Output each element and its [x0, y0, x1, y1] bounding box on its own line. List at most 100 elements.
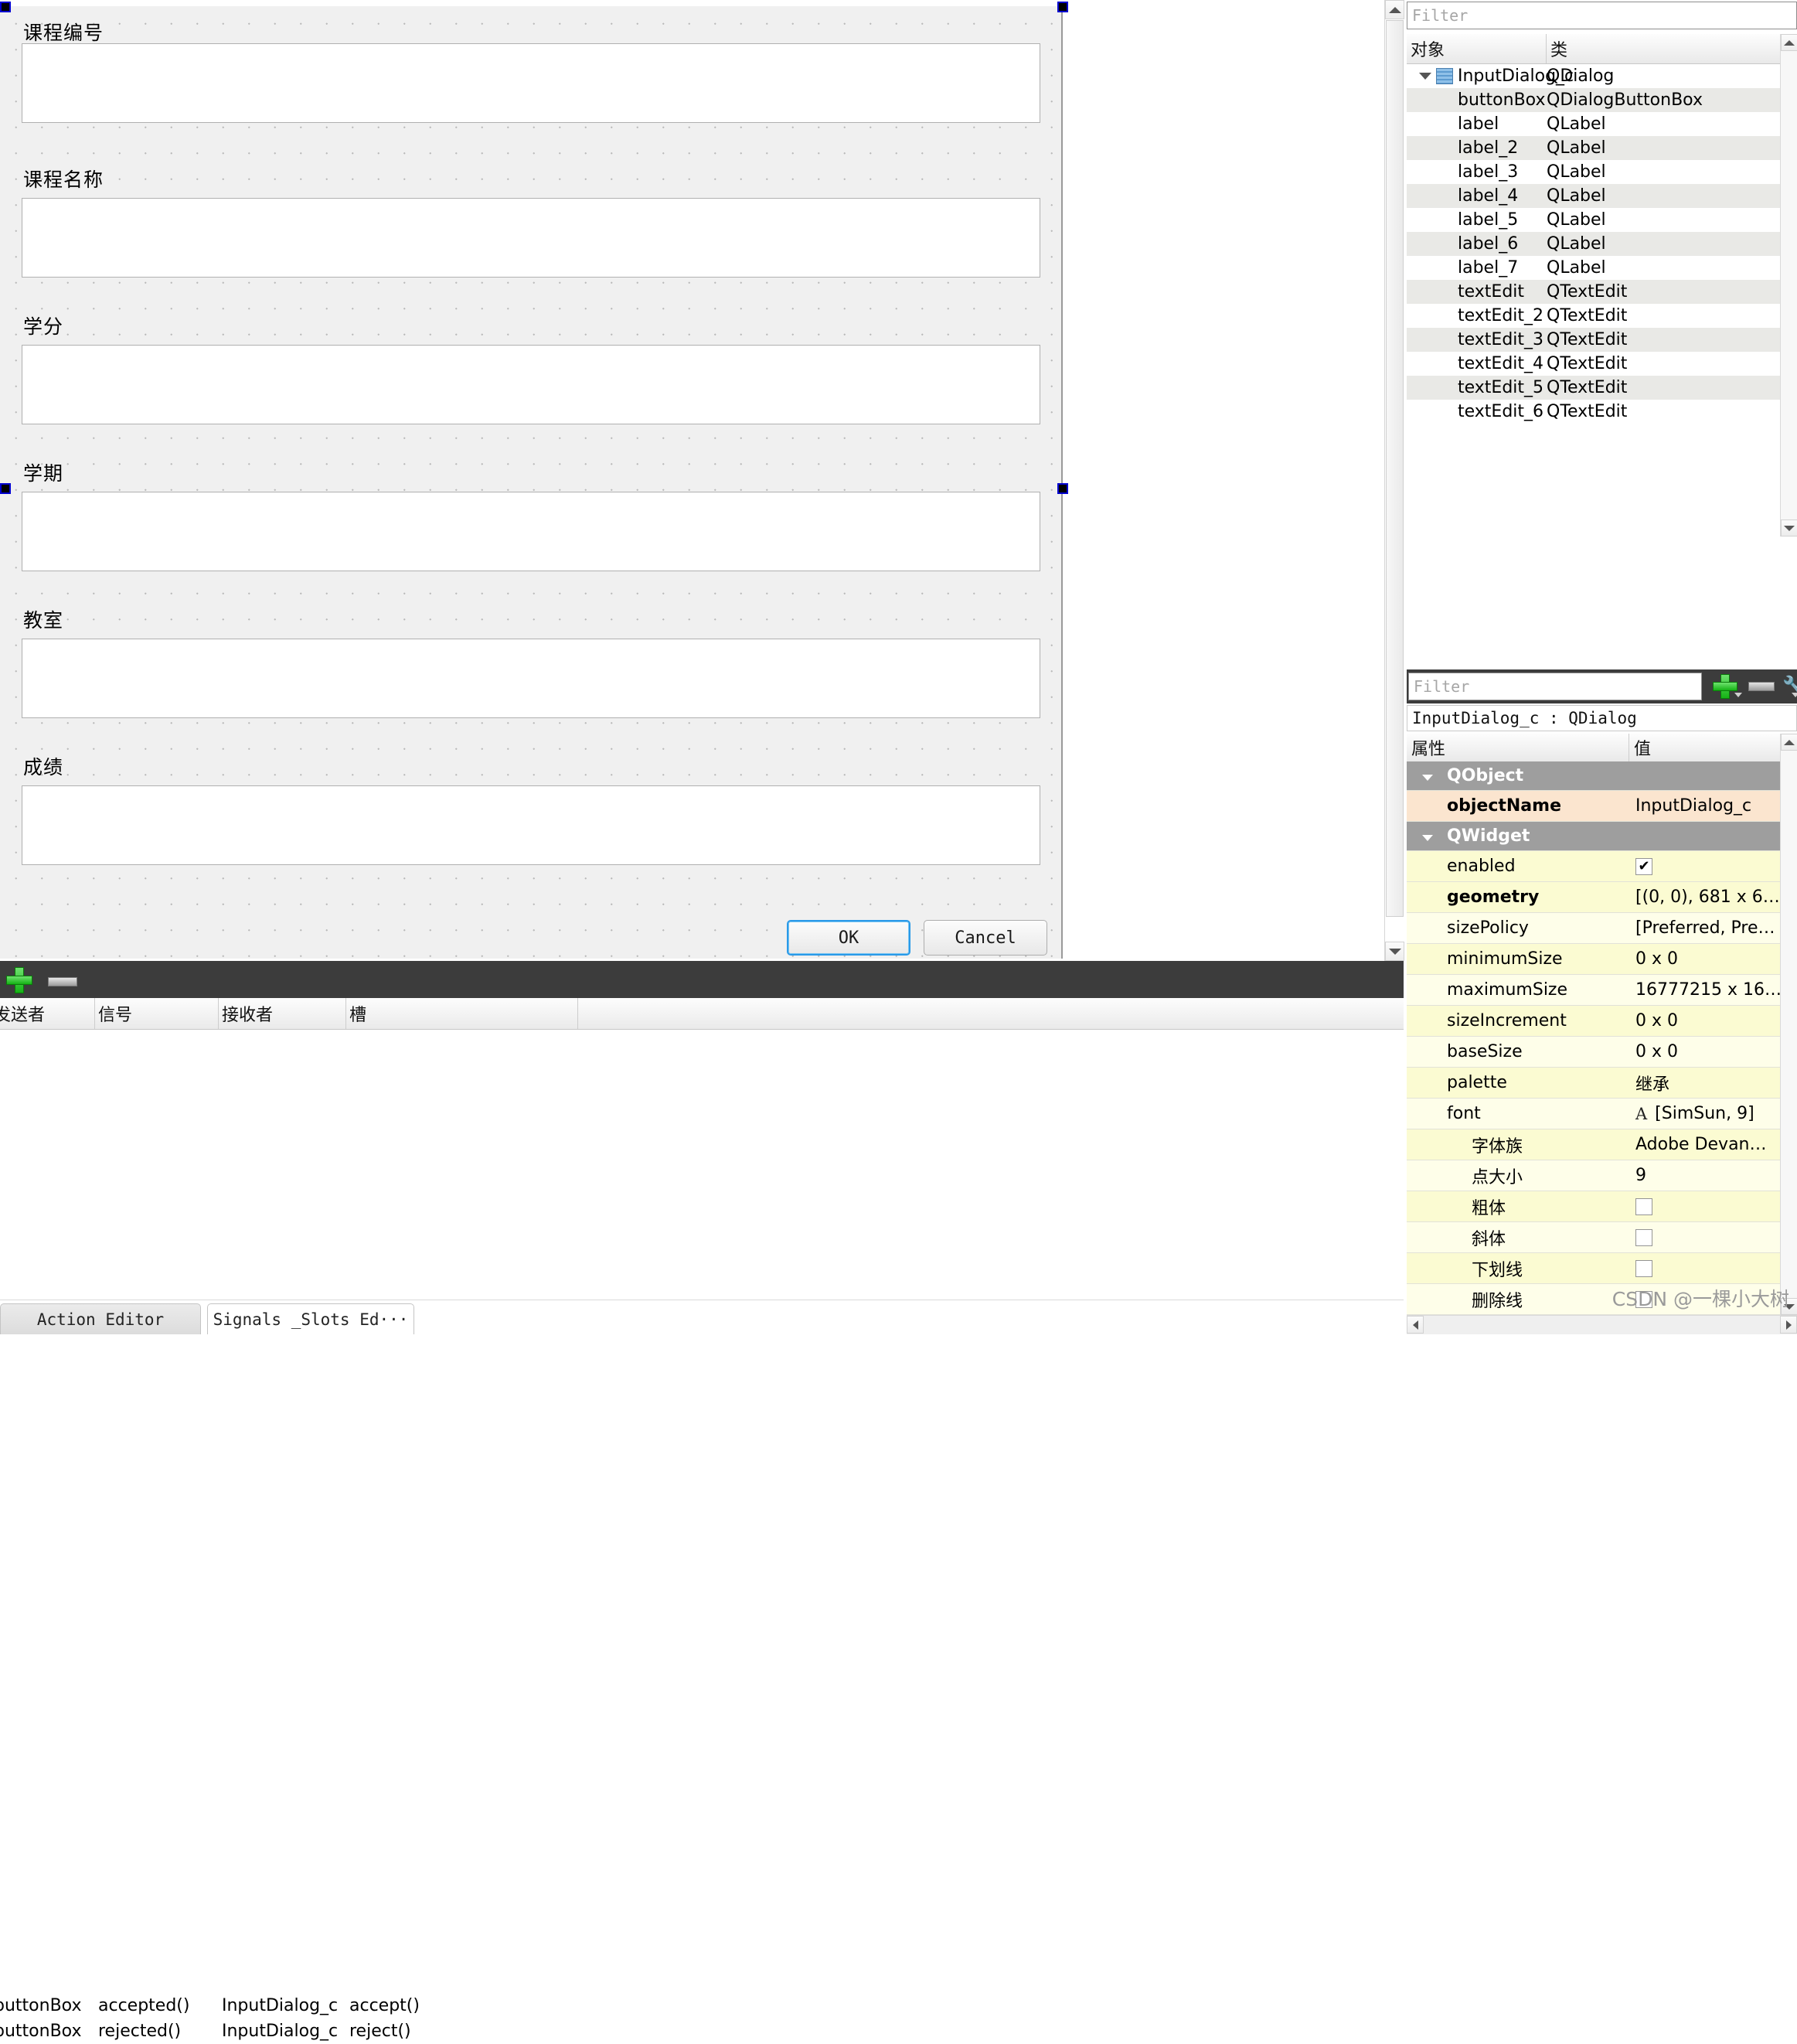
object-name[interactable]: textEdit_5	[1458, 376, 1543, 400]
property-value[interactable]: InputDialog_c	[1629, 791, 1780, 821]
property-scroll-left-icon[interactable]	[1407, 1316, 1424, 1334]
object-tree-row[interactable]: label_6 QLabel	[1407, 232, 1780, 256]
object-tree-row[interactable]: label_3 QLabel	[1407, 160, 1780, 184]
connection-receiver[interactable]: InputDialog_c	[219, 2018, 346, 2044]
configure-caret-icon[interactable]	[1792, 693, 1797, 697]
property-scroll-up-icon[interactable]	[1781, 734, 1797, 751]
object-tree-row[interactable]: label_5 QLabel	[1407, 208, 1780, 232]
canvas-vertical-scrollbar[interactable]	[1384, 0, 1404, 961]
property-horizontal-scrollbar[interactable]	[1407, 1315, 1797, 1334]
object-tree-row[interactable]: textEdit_4 QTextEdit	[1407, 352, 1780, 376]
object-tree-row[interactable]: textEdit QTextEdit	[1407, 280, 1780, 304]
object-name[interactable]: textEdit_6	[1458, 400, 1543, 424]
object-tree-scrollbar[interactable]	[1780, 34, 1797, 537]
property-row[interactable]: sizeIncrement 0 x 0	[1407, 1006, 1780, 1037]
tab-signals-slots-editor[interactable]: Signals _Slots Ed···	[207, 1303, 414, 1334]
property-value[interactable]: A [SimSun, 9]	[1629, 1099, 1780, 1129]
field-label-4[interactable]: 学期	[23, 462, 63, 485]
object-tree-row[interactable]: label_7 QLabel	[1407, 256, 1780, 280]
sse-col-0[interactable]: 发送者	[0, 998, 95, 1029]
add-connection-icon[interactable]	[6, 967, 32, 993]
property-value[interactable]	[1629, 1222, 1780, 1252]
object-class[interactable]: QTextEdit	[1547, 328, 1627, 352]
object-class[interactable]: QLabel	[1547, 208, 1606, 232]
field-textedit-2[interactable]	[22, 198, 1040, 278]
field-textedit-1[interactable]	[22, 43, 1040, 123]
connection-signal[interactable]: rejected()	[95, 2018, 219, 2044]
property-value[interactable]	[1629, 1191, 1780, 1221]
property-value[interactable]: [(0, 0), 681 x 6…	[1629, 882, 1780, 912]
property-row[interactable]: palette 继承	[1407, 1068, 1780, 1099]
object-tree-row[interactable]: label QLabel	[1407, 112, 1780, 136]
connection-signal[interactable]: accepted()	[95, 1993, 219, 2018]
object-tree-row[interactable]: textEdit_6 QTextEdit	[1407, 400, 1780, 424]
property-row[interactable]: font A [SimSun, 9]	[1407, 1099, 1780, 1129]
field-label-5[interactable]: 教室	[23, 609, 63, 632]
property-value[interactable]: 0 x 0	[1629, 1006, 1780, 1036]
object-class[interactable]: QDialog	[1547, 64, 1614, 88]
object-class[interactable]: QLabel	[1547, 136, 1606, 160]
property-row[interactable]: QObject	[1407, 761, 1780, 791]
object-name[interactable]: label_2	[1458, 136, 1518, 160]
property-row[interactable]: 粗体	[1407, 1191, 1780, 1222]
object-name[interactable]: label	[1458, 112, 1499, 136]
object-name[interactable]: label_3	[1458, 160, 1518, 184]
selection-handle-top-left[interactable]	[0, 2, 11, 12]
object-class[interactable]: QTextEdit	[1547, 280, 1627, 304]
add-property-caret-icon[interactable]	[1734, 693, 1742, 697]
tree-scroll-down-icon[interactable]	[1781, 520, 1797, 537]
property-value[interactable]: 0 x 0	[1629, 1037, 1780, 1067]
checkbox[interactable]	[1635, 1197, 1652, 1215]
selection-handle-middle-right[interactable]	[1057, 483, 1068, 494]
selection-handle-middle-left[interactable]	[0, 483, 11, 494]
object-class[interactable]: QTextEdit	[1547, 376, 1627, 400]
property-row[interactable]: geometry [(0, 0), 681 x 6…	[1407, 882, 1780, 913]
object-tree-row[interactable]: textEdit_2 QTextEdit	[1407, 304, 1780, 328]
object-tree-row[interactable]: label_4 QLabel	[1407, 184, 1780, 208]
object-class[interactable]: QLabel	[1547, 112, 1606, 136]
object-class[interactable]: QLabel	[1547, 256, 1606, 280]
object-class[interactable]: QLabel	[1547, 160, 1606, 184]
property-col-value[interactable]: 值	[1629, 734, 1780, 761]
object-class[interactable]: QDialogButtonBox	[1547, 88, 1703, 112]
expand-chevron-down-icon[interactable]	[1419, 73, 1431, 80]
field-textedit-5[interactable]	[22, 639, 1040, 718]
sse-col-2[interactable]: 接收者	[219, 998, 346, 1029]
connection-slot[interactable]: reject()	[346, 2018, 578, 2044]
property-value[interactable]: 0 x 0	[1629, 944, 1780, 974]
property-value[interactable]	[1629, 1253, 1780, 1283]
property-value[interactable]: 16777215 x 16…	[1629, 975, 1780, 1005]
object-tree-row[interactable]: label_2 QLabel	[1407, 136, 1780, 160]
object-class[interactable]: QTextEdit	[1547, 304, 1627, 328]
object-tree-row[interactable]: buttonBox QDialogButtonBox	[1407, 88, 1780, 112]
field-label-1[interactable]: 课程编号	[23, 22, 104, 45]
property-value[interactable]: 9	[1629, 1160, 1780, 1191]
property-value[interactable]: 继承	[1629, 1068, 1780, 1098]
property-value[interactable]	[1629, 822, 1780, 850]
object-class[interactable]: QLabel	[1547, 184, 1606, 208]
property-row[interactable]: enabled ✔	[1407, 851, 1780, 882]
scroll-up-icon[interactable]	[1385, 0, 1404, 19]
property-value[interactable]	[1629, 761, 1780, 790]
connection-row[interactable]: buttonBox rejected() InputDialog_c reject()	[0, 2018, 1404, 2044]
property-col-name[interactable]: 属性	[1407, 734, 1629, 761]
dialog-form-widget[interactable]: 课程编号 课程名称 学分 学期 教室 成绩	[0, 6, 1063, 959]
object-name[interactable]: textEdit_3	[1458, 328, 1543, 352]
property-row[interactable]: 字体族 Adobe Devan…	[1407, 1129, 1780, 1160]
connection-receiver[interactable]: InputDialog_c	[219, 1993, 346, 2018]
object-name[interactable]: label_4	[1458, 184, 1518, 208]
object-filter-input[interactable]: Filter	[1407, 2, 1797, 29]
property-value[interactable]: Adobe Devan…	[1629, 1129, 1780, 1160]
object-name[interactable]: textEdit_4	[1458, 352, 1543, 376]
tab-action-editor[interactable]: Action Editor	[0, 1303, 201, 1334]
sse-col-3[interactable]: 槽	[346, 998, 578, 1029]
sse-col-1[interactable]: 信号	[95, 998, 219, 1029]
object-name[interactable]: textEdit	[1458, 280, 1524, 304]
connection-sender[interactable]: buttonBox	[0, 2018, 95, 2044]
field-label-6[interactable]: 成绩	[23, 756, 63, 779]
object-name[interactable]: textEdit_2	[1458, 304, 1543, 328]
connection-row[interactable]: buttonBox accepted() InputDialog_c accept()	[0, 1993, 1404, 2018]
cancel-button[interactable]: Cancel	[924, 920, 1047, 956]
field-label-2[interactable]: 课程名称	[23, 169, 104, 192]
property-row[interactable]: maximumSize 16777215 x 16…	[1407, 975, 1780, 1006]
